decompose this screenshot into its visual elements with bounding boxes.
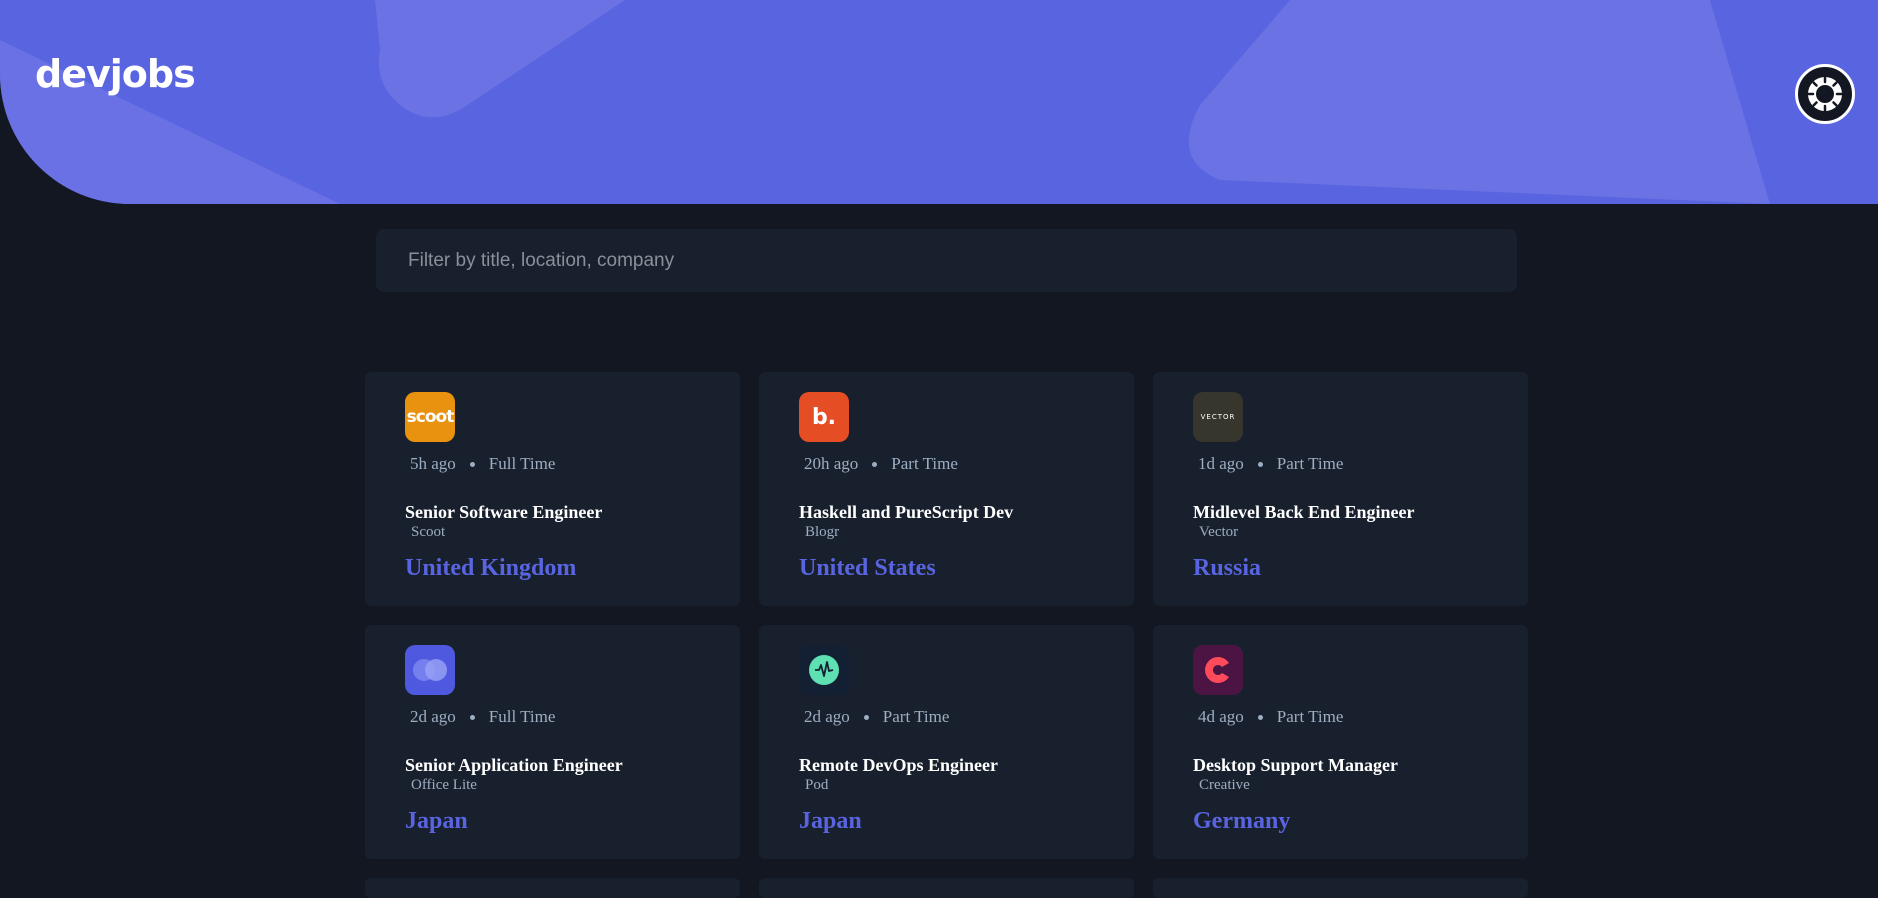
- posted-at: 1d ago: [1198, 454, 1244, 473]
- pod-logo-icon: [809, 655, 839, 685]
- job-title[interactable]: Midlevel Back End Engineer: [1193, 502, 1415, 523]
- job-card-partial[interactable]: [759, 878, 1134, 898]
- job-location: Russia: [1193, 555, 1262, 581]
- job-title[interactable]: Desktop Support Manager: [1193, 755, 1398, 776]
- job-card[interactable]: b. 20h ago Part Time Haskell and PureScr…: [759, 372, 1134, 606]
- blogr-logo-text: b.: [811, 404, 837, 430]
- posted-at: 4d ago: [1198, 707, 1244, 726]
- posted-at: 20h ago: [804, 454, 859, 473]
- scoot-logo-text: scoot: [406, 407, 455, 427]
- creative-logo-icon: [1205, 657, 1229, 683]
- company-name: Vector: [1199, 524, 1239, 540]
- separator-dot: [469, 461, 475, 467]
- header-banner: devjobs: [0, 0, 1878, 204]
- job-title[interactable]: Senior Software Engineer: [405, 502, 602, 523]
- job-card[interactable]: 4d ago Part Time Desktop Support Manager…: [1153, 625, 1528, 859]
- job-card-partial[interactable]: [1153, 878, 1528, 898]
- job-title[interactable]: Senior Application Engineer: [405, 755, 623, 776]
- posted-at: 2d ago: [804, 707, 850, 726]
- company-name: Blogr: [805, 524, 840, 540]
- job-card-partial[interactable]: [365, 878, 740, 898]
- vector-logo-text: VECTOR: [1200, 413, 1236, 421]
- company-logo: [405, 645, 455, 695]
- contract-type: Part Time: [882, 707, 950, 726]
- company-logo: scoot: [405, 392, 455, 442]
- company-name: Office Lite: [411, 777, 477, 793]
- company-name: Scoot: [411, 524, 446, 540]
- job-location: Germany: [1193, 808, 1291, 834]
- company-name: Creative: [1199, 777, 1250, 793]
- posted-at: 5h ago: [410, 454, 456, 473]
- theme-toggle-button[interactable]: [1795, 64, 1855, 124]
- job-title[interactable]: Haskell and PureScript Dev: [799, 502, 1013, 523]
- separator-dot: [872, 461, 878, 467]
- search-bar: [376, 229, 1517, 292]
- devjobs-logo[interactable]: devjobs: [35, 52, 196, 96]
- separator-dot: [1257, 461, 1263, 467]
- job-meta: 2d ago Part Time: [804, 707, 949, 727]
- job-location: United States: [799, 555, 936, 581]
- job-location: United Kingdom: [405, 555, 577, 581]
- contract-type: Full Time: [488, 454, 556, 473]
- sun-icon: [1807, 76, 1843, 112]
- job-location: Japan: [405, 808, 468, 834]
- separator-dot: [1257, 714, 1263, 720]
- contract-type: Full Time: [488, 707, 556, 726]
- job-location: Japan: [799, 808, 862, 834]
- separator-dot: [469, 714, 475, 720]
- job-meta: 4d ago Part Time: [1198, 707, 1343, 727]
- posted-at: 2d ago: [410, 707, 456, 726]
- contract-type: Part Time: [891, 454, 958, 473]
- job-meta: 20h ago Part Time: [804, 454, 958, 474]
- contract-type: Part Time: [1276, 454, 1344, 473]
- job-meta: 5h ago Full Time: [410, 454, 555, 474]
- job-meta: 2d ago Full Time: [410, 707, 555, 727]
- company-logo: [799, 645, 849, 695]
- company-logo: b.: [799, 392, 849, 442]
- company-logo: VECTOR: [1193, 392, 1243, 442]
- company-name: Pod: [805, 777, 829, 793]
- header-pattern: [0, 0, 1770, 204]
- job-card[interactable]: 2d ago Part Time Remote DevOps Engineer …: [759, 625, 1134, 859]
- job-card[interactable]: 2d ago Full Time Senior Application Engi…: [365, 625, 740, 859]
- job-meta: 1d ago Part Time: [1198, 454, 1343, 474]
- separator-dot: [863, 714, 869, 720]
- job-title[interactable]: Remote DevOps Engineer: [799, 755, 998, 776]
- job-card[interactable]: scoot 5h ago Full Time Senior Software E…: [365, 372, 740, 606]
- job-card[interactable]: VECTOR 1d ago Part Time Midlevel Back En…: [1153, 372, 1528, 606]
- contract-type: Part Time: [1276, 707, 1344, 726]
- officelite-logo-icon: [413, 659, 447, 681]
- company-logo: [1193, 645, 1243, 695]
- search-input[interactable]: [406, 248, 1487, 273]
